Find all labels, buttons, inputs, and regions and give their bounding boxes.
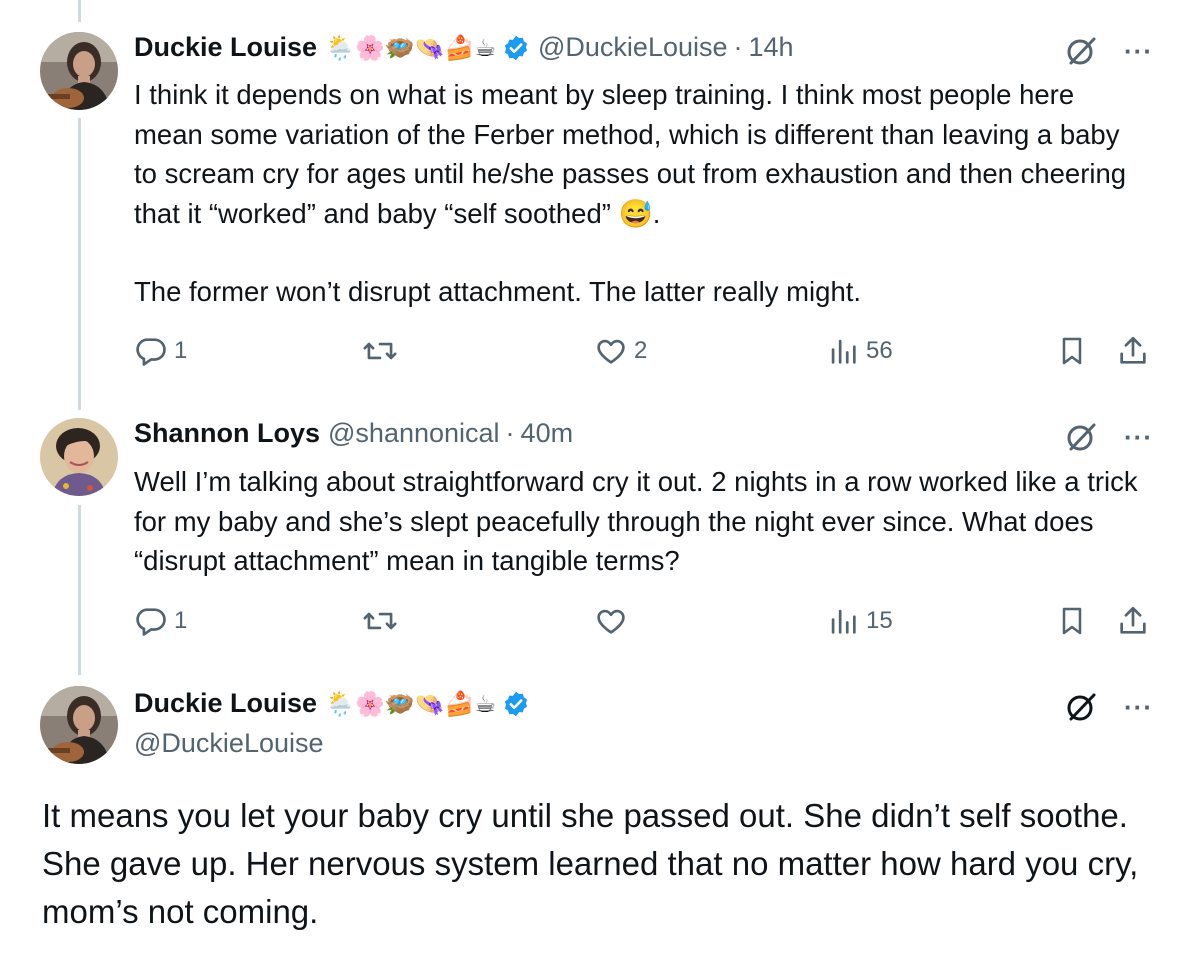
share-button[interactable] xyxy=(1116,604,1150,638)
separator-dot: · xyxy=(733,32,743,62)
thread-line-top xyxy=(78,0,81,22)
tweet-top-actions: ··· xyxy=(1064,34,1153,68)
verified-badge-icon xyxy=(502,690,530,718)
view-count: 15 xyxy=(866,607,893,634)
user-handle[interactable]: @shannonical xyxy=(328,418,500,449)
tweet-header: Duckie Louise 🌦️🌸🪺👒🍰☕ xyxy=(134,688,530,719)
thread-line-1 xyxy=(78,118,81,410)
reply-count: 1 xyxy=(174,337,188,364)
bookmark-button[interactable] xyxy=(1056,334,1088,368)
tweet-actions: 1 2 56 xyxy=(134,334,1150,374)
separator-dot: · xyxy=(505,418,515,448)
more-options-icon[interactable]: ··· xyxy=(1124,38,1153,64)
display-name[interactable]: Duckie Louise xyxy=(134,688,317,719)
tweet-text: I think it depends on what is meant by s… xyxy=(134,75,1144,312)
focused-tweet-text: It means you let your baby cry until she… xyxy=(42,797,1139,930)
reply-button[interactable]: 1 xyxy=(134,604,187,638)
views-button[interactable]: 56 xyxy=(826,334,893,368)
views-button[interactable]: 15 xyxy=(826,604,893,638)
more-options-icon[interactable]: ··· xyxy=(1124,424,1153,450)
user-handle[interactable]: @DuckieLouise xyxy=(538,32,728,63)
bookmark-button[interactable] xyxy=(1056,604,1088,638)
name-emojis: 🌦️🌸🪺👒🍰☕ xyxy=(325,33,496,62)
tweet-paragraph: Well I’m talking about straightforward c… xyxy=(134,466,1138,576)
display-name[interactable]: Shannon Loys xyxy=(134,418,320,449)
timestamp[interactable]: 14h xyxy=(749,32,794,63)
like-count: 2 xyxy=(634,337,648,364)
name-emojis: 🌦️🌸🪺👒🍰☕ xyxy=(325,689,496,718)
more-options-icon[interactable]: ··· xyxy=(1124,694,1153,720)
thread-line-2 xyxy=(78,505,81,675)
reply-count: 1 xyxy=(174,607,188,634)
tweet-header: Shannon Loys @shannonical · 40m xyxy=(134,418,573,449)
avatar[interactable] xyxy=(40,418,118,496)
tweet-paragraph: The former won’t disrupt attachment. The… xyxy=(134,276,862,307)
like-button[interactable]: 2 xyxy=(594,334,647,368)
view-count: 56 xyxy=(866,337,893,364)
tweet-actions: 1 15 xyxy=(134,604,1150,644)
reply-button[interactable]: 1 xyxy=(134,334,187,368)
avatar[interactable] xyxy=(40,32,118,110)
avatar[interactable] xyxy=(40,686,118,764)
tweet-paragraph: I think it depends on what is meant by s… xyxy=(134,79,1127,229)
timestamp[interactable]: 40m xyxy=(521,418,574,449)
like-button[interactable] xyxy=(594,604,634,638)
tweet-header: Duckie Louise 🌦️🌸🪺👒🍰☕ @DuckieLouise · 14… xyxy=(134,32,794,63)
user-handle[interactable]: @DuckieLouise xyxy=(134,728,324,759)
display-name[interactable]: Duckie Louise xyxy=(134,32,317,63)
grok-icon[interactable] xyxy=(1064,690,1098,724)
tweet-top-actions: ··· xyxy=(1064,420,1153,454)
verified-badge-icon xyxy=(502,34,530,62)
tweet-text: Well I’m talking about straightforward c… xyxy=(134,462,1144,581)
retweet-button[interactable] xyxy=(362,334,404,368)
grok-icon[interactable] xyxy=(1064,34,1098,68)
share-button[interactable] xyxy=(1116,334,1150,368)
retweet-button[interactable] xyxy=(362,604,404,638)
grok-icon[interactable] xyxy=(1064,420,1098,454)
tweet-top-actions: ··· xyxy=(1064,690,1153,724)
